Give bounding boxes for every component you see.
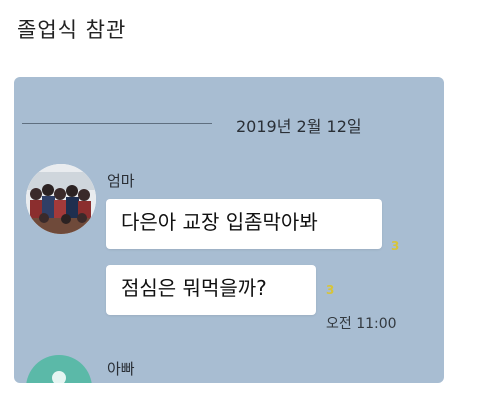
family-photo-icon (26, 164, 96, 234)
sender-name-dad: 아빠 (107, 360, 135, 378)
unread-count: 3 (326, 283, 335, 297)
profile-silhouette-icon (52, 371, 66, 383)
message-timestamp: 오전 11:00 (326, 316, 397, 332)
message-bubble[interactable]: 다은아 교장 입좀막아봐 (106, 199, 382, 249)
message-text: 점심은 뭐먹을까? (121, 276, 267, 300)
date-divider-text: 2019년 2월 12일 (236, 117, 362, 136)
post-title: 졸업식 참관 (17, 18, 127, 42)
date-divider-line (22, 123, 212, 124)
message-text: 다은아 교장 입좀막아봐 (121, 210, 318, 234)
mom-avatar-icon[interactable] (26, 164, 96, 234)
date-divider: 2019년 2월 12일 (22, 113, 434, 137)
dad-avatar-icon[interactable] (26, 355, 92, 383)
sender-name-mom: 엄마 (107, 172, 135, 190)
unread-count: 3 (391, 239, 400, 253)
chat-screenshot: 2019년 2월 12일 엄마 다은아 교장 입좀막아봐 3 점심은 뭐먹을까? (14, 77, 444, 383)
message-bubble[interactable]: 점심은 뭐먹을까? (106, 265, 316, 315)
